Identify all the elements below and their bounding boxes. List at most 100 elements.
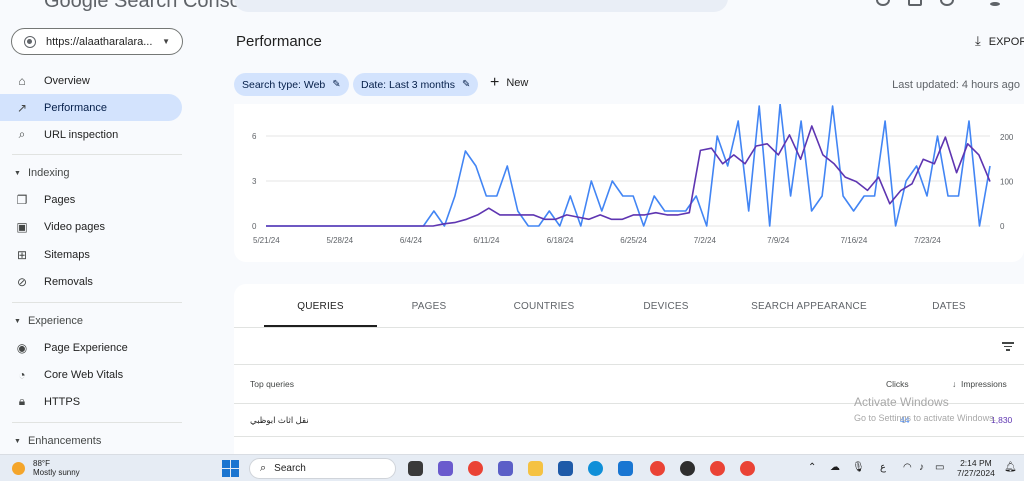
apps-icon[interactable] (990, 2, 1000, 6)
divider (234, 436, 1024, 437)
app-logo[interactable]: Google Search Console (44, 0, 256, 13)
column-header-clicks[interactable]: Clicks (886, 379, 909, 389)
x-tick: 7/23/24 (914, 236, 941, 245)
teams-icon[interactable] (498, 461, 513, 476)
x-tick: 7/2/24 (694, 236, 717, 245)
page-experience-icon: ◉ (16, 340, 28, 355)
y-tick-right: 100 (1000, 178, 1014, 187)
file-explorer-icon[interactable] (528, 461, 543, 476)
clock-time: 2:14 PM (960, 458, 992, 468)
collapse-icon: ▼ (14, 169, 21, 177)
chrome-profile-icon[interactable] (650, 461, 665, 476)
last-updated: Last updated: 4 hours ago (892, 79, 1020, 91)
chrome-profile-icon[interactable] (740, 461, 755, 476)
app-icon[interactable] (438, 461, 453, 476)
sidebar-item-label: Video pages (44, 220, 105, 233)
search-icon: ⌕ (260, 462, 267, 474)
sidebar-item-label: Overview (44, 74, 90, 87)
collapse-icon: ▼ (14, 437, 21, 445)
taskbar-search[interactable]: ⌕ Search (249, 458, 396, 479)
sidebar-item-sitemaps[interactable]: ⊞ Sitemaps (0, 241, 182, 268)
chip-label: Date: Last 3 months (361, 78, 455, 91)
tab-countries[interactable]: COUNTRIES (504, 301, 584, 312)
weather-widget[interactable]: 88°F Mostly sunny (12, 459, 80, 477)
task-view-icon[interactable] (408, 461, 423, 476)
new-filter-button[interactable]: + New (490, 75, 528, 91)
y-tick-left: 0 (252, 222, 257, 231)
settings-icon[interactable] (908, 0, 922, 6)
x-tick: 6/18/24 (547, 236, 574, 245)
start-button[interactable] (222, 460, 239, 477)
filter-icon[interactable] (1002, 340, 1014, 353)
wifi-icon[interactable]: ◠ (903, 462, 912, 473)
sidebar-item-label: Core Web Vitals (44, 368, 124, 381)
sidebar-item-label: Removals (44, 275, 93, 288)
header-label: Impressions (960, 379, 1007, 389)
language-icon[interactable]: ع (880, 462, 886, 473)
sidebar: https://alaatharalara... ▼ ⌂ Overview ↗ … (0, 18, 190, 448)
section-heading: Experience (27, 315, 83, 327)
section-toggle-experience[interactable]: ▼ Experience (14, 315, 83, 327)
y-tick-left: 6 (252, 132, 257, 141)
tab-devices[interactable]: DEVICES (626, 301, 706, 312)
edge-icon[interactable] (588, 461, 603, 476)
sidebar-item-removals[interactable]: ⊘ Removals (0, 268, 182, 295)
clock-date: 7/27/2024 (957, 468, 995, 478)
store-icon[interactable] (558, 461, 573, 476)
chrome-icon[interactable] (468, 461, 483, 476)
weather-temp: 88°F (33, 459, 50, 468)
y-tick-right: 200 (1000, 133, 1014, 142)
column-header-impressions[interactable]: ↓ Impressions (952, 379, 1007, 389)
help-icon[interactable] (876, 0, 890, 6)
tab-dates[interactable]: DATES (919, 301, 979, 312)
tab-search-appearance[interactable]: SEARCH APPEARANCE (749, 301, 869, 312)
search-bar[interactable] (234, 0, 728, 12)
collapse-icon: ▼ (14, 317, 21, 325)
sidebar-item-label: URL inspection (44, 128, 119, 141)
microphone-icon[interactable]: 🎙︎ (852, 462, 865, 473)
app-icon[interactable] (680, 461, 695, 476)
onedrive-icon[interactable]: ☁ (830, 462, 840, 473)
x-tick: 7/9/24 (767, 236, 790, 245)
divider (12, 302, 182, 303)
sidebar-item-overview[interactable]: ⌂ Overview (0, 67, 182, 94)
query-cell[interactable]: نقل اثاث ابوظبي (250, 415, 309, 426)
filter-chip-search-type[interactable]: Search type: Web ✎ (234, 73, 349, 96)
notifications-icon[interactable] (940, 0, 954, 6)
sidebar-item-performance[interactable]: ↗ Performance (0, 94, 182, 121)
volume-icon[interactable]: ♪ (919, 462, 924, 473)
top-bar: Google Search Console (0, 0, 1024, 18)
x-tick: 6/11/24 (473, 236, 500, 245)
video-pages-icon: ▣ (16, 219, 28, 234)
page-title: Performance (236, 33, 322, 50)
chevron-up-icon[interactable]: ⌃ (808, 462, 816, 473)
section-heading: Enhancements (27, 435, 102, 447)
tab-queries[interactable]: QUERIES (264, 301, 377, 312)
sidebar-item-page-experience[interactable]: ◉ Page Experience (0, 334, 182, 361)
section-toggle-enhancements[interactable]: ▼ Enhancements (14, 435, 101, 447)
sidebar-item-label: Pages (44, 193, 76, 206)
trend-icon: ↗ (16, 100, 28, 115)
property-selector[interactable]: https://alaatharalara... ▼ (11, 28, 183, 55)
x-tick: 5/21/24 (253, 236, 280, 245)
sidebar-item-pages[interactable]: ❐ Pages (0, 186, 182, 213)
filter-chip-date[interactable]: Date: Last 3 months ✎ (353, 73, 479, 96)
section-toggle-indexing[interactable]: ▼ Indexing (14, 167, 70, 179)
x-tick: 6/4/24 (400, 236, 423, 245)
y-tick-right: 0 (1000, 222, 1005, 231)
clock[interactable]: 2:14 PM 7/27/2024 (957, 458, 995, 478)
chevron-down-icon: ▼ (162, 37, 170, 46)
sidebar-item-https[interactable]: 🔒︎ HTTPS (0, 388, 182, 415)
taskbar-search-label: Search (274, 463, 306, 474)
sidebar-item-url-inspection[interactable]: ⌕ URL inspection (0, 121, 182, 148)
tab-pages[interactable]: PAGES (394, 301, 464, 312)
mail-icon[interactable] (618, 461, 633, 476)
results-table-card: QUERIES PAGES COUNTRIES DEVICES SEARCH A… (234, 284, 1024, 454)
sidebar-item-core-web-vitals[interactable]: ◔ Core Web Vitals (0, 361, 182, 388)
speedometer-icon: ◔ (18, 367, 26, 382)
chrome-profile-icon[interactable] (710, 461, 725, 476)
export-button[interactable]: ⤓ EXPORT (975, 33, 1024, 49)
battery-icon[interactable]: ▭ (935, 462, 944, 473)
sidebar-item-video-pages[interactable]: ▣ Video pages (0, 213, 182, 240)
notification-bell-icon[interactable]: 🔔︎ (1004, 462, 1017, 473)
